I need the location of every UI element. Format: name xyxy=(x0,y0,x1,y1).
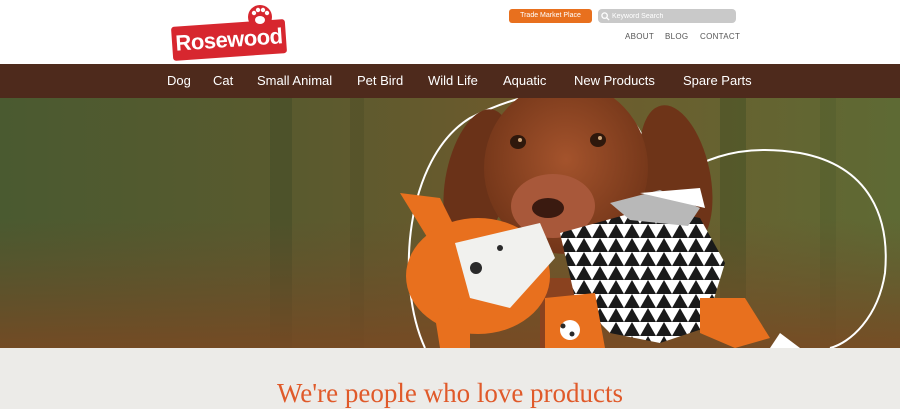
nav-item-aquatic[interactable]: Aquatic xyxy=(503,64,546,98)
nav-item-new-products[interactable]: New Products xyxy=(574,64,655,98)
search-icon[interactable] xyxy=(598,9,612,23)
blog-link[interactable]: BLOG xyxy=(665,32,688,42)
contact-link[interactable]: CONTACT xyxy=(700,32,740,42)
main-nav: Dog Cat Small Animal Pet Bird Wild Life … xyxy=(0,64,900,98)
nav-item-pet-bird[interactable]: Pet Bird xyxy=(357,64,403,98)
trade-market-place-button[interactable]: Trade Market Place xyxy=(509,9,592,23)
tagline-section: We're people who love products xyxy=(0,348,900,409)
tagline-heading: We're people who love products xyxy=(276,378,624,408)
search-box[interactable] xyxy=(598,9,736,23)
hero-image xyxy=(0,98,900,348)
paw-icon xyxy=(248,5,272,29)
site-header: Rosewood Trade Market Place ABOUT BLOG C… xyxy=(0,0,900,64)
nav-item-spare-parts[interactable]: Spare Parts xyxy=(683,64,752,98)
nav-item-cat[interactable]: Cat xyxy=(213,64,233,98)
nav-item-dog[interactable]: Dog xyxy=(167,64,191,98)
hero-banner[interactable] xyxy=(0,98,900,348)
search-input[interactable] xyxy=(612,9,736,23)
rosewood-logo[interactable]: Rosewood xyxy=(170,3,288,61)
about-link[interactable]: ABOUT xyxy=(625,32,654,42)
nav-item-wild-life[interactable]: Wild Life xyxy=(428,64,478,98)
nav-item-small-animal[interactable]: Small Animal xyxy=(257,64,332,98)
